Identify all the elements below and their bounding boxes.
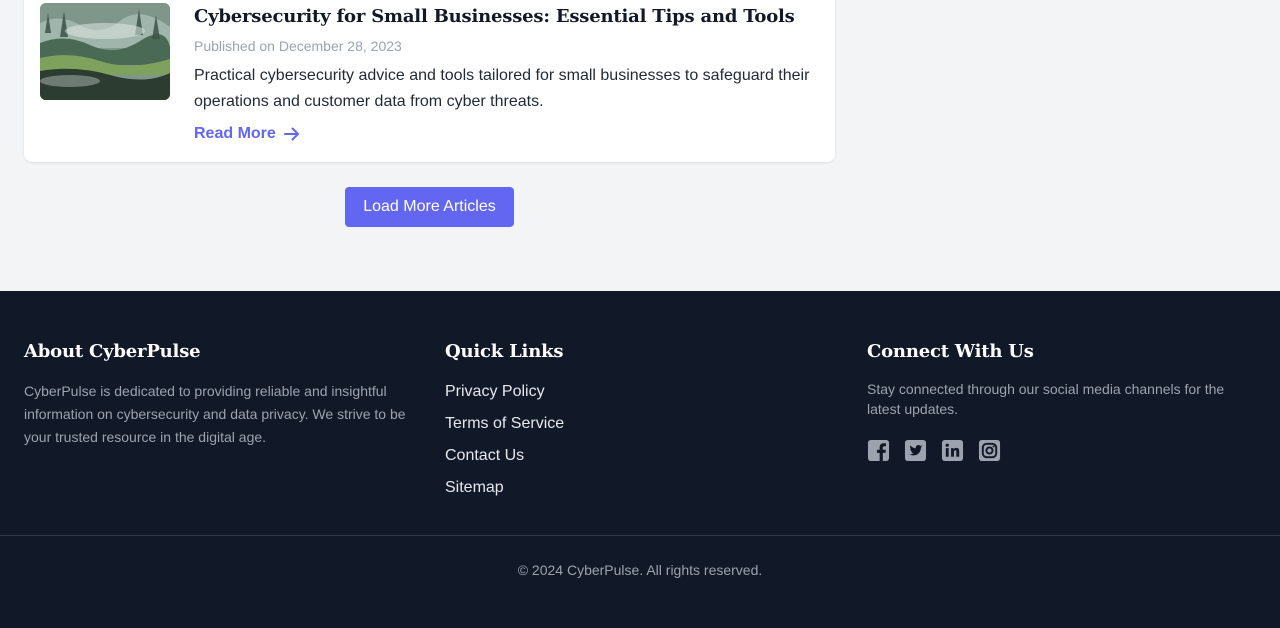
social-links: [867, 439, 1247, 462]
read-more-link[interactable]: Read More: [194, 125, 300, 143]
article-thumbnail[interactable]: [40, 3, 170, 100]
article-card: Cybersecurity for Small Businesses: Esse…: [24, 0, 835, 162]
footer-link-privacy-policy[interactable]: Privacy Policy: [445, 382, 825, 414]
connect-heading: Connect With Us: [867, 341, 1034, 362]
instagram-icon[interactable]: [978, 439, 1001, 462]
linkedin-icon[interactable]: [941, 439, 964, 462]
copyright-text: © 2024 CyberPulse. All rights reserved.: [517, 562, 763, 578]
footer-quick-links: Quick Links Privacy Policy Terms of Serv…: [445, 341, 825, 510]
landscape-image-icon: [40, 3, 170, 100]
facebook-icon[interactable]: [867, 439, 890, 462]
load-more-button[interactable]: Load More Articles: [345, 187, 514, 227]
site-footer: About CyberPulse CyberPulse is dedicated…: [0, 291, 1280, 628]
article-date: Published on December 28, 2023: [194, 38, 402, 54]
footer-about: About CyberPulse CyberPulse is dedicated…: [24, 341, 414, 449]
about-heading: About CyberPulse: [24, 341, 201, 362]
footer-link-sitemap[interactable]: Sitemap: [445, 478, 825, 510]
footer-link-terms-of-service[interactable]: Terms of Service: [445, 414, 825, 446]
footer-connect: Connect With Us Stay connected through o…: [867, 341, 1247, 462]
quick-links-heading: Quick Links: [445, 341, 564, 362]
footer-divider: [0, 535, 1280, 536]
read-more-label: Read More: [194, 125, 276, 142]
footer-link-contact-us[interactable]: Contact Us: [445, 446, 825, 478]
about-text: CyberPulse is dedicated to providing rel…: [24, 383, 406, 445]
arrow-right-icon: [283, 127, 299, 141]
connect-text: Stay connected through our social media …: [867, 381, 1225, 417]
quick-links-list: Privacy Policy Terms of Service Contact …: [445, 382, 825, 510]
article-description: Practical cybersecurity advice and tools…: [194, 67, 810, 110]
article-title[interactable]: Cybersecurity for Small Businesses: Esse…: [194, 6, 795, 27]
twitter-icon[interactable]: [904, 439, 927, 462]
